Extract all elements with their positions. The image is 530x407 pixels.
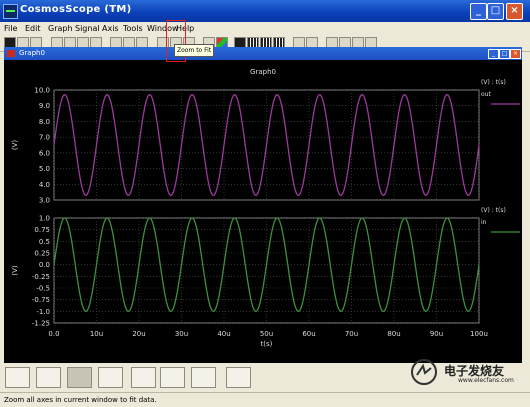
- bottom-legend-header: (V) : t(s): [481, 207, 506, 214]
- top-ytick-label: 8.0: [39, 118, 50, 126]
- schematic-icon[interactable]: [191, 367, 216, 388]
- xtick-label: 80u: [387, 330, 400, 338]
- bottom-ytick-label: -1.25: [32, 320, 50, 328]
- watermark-emblem-icon: [411, 359, 437, 385]
- top-legend-header: (V) : t(s): [481, 79, 506, 86]
- minimize-button[interactable]: _: [470, 3, 487, 20]
- keyboard-icon[interactable]: [5, 367, 30, 388]
- xtick-label: 20u: [132, 330, 145, 338]
- xtick-label: 100u: [470, 330, 488, 338]
- waveform-icon[interactable]: [67, 367, 92, 388]
- graph-window-icon: [7, 50, 15, 57]
- matlab-icon[interactable]: [226, 367, 251, 388]
- bottom-ytick-label: -0.75: [32, 296, 50, 304]
- bottom-ytick-label: 0.0: [39, 261, 50, 269]
- graph-title: Graph0: [250, 68, 276, 76]
- status-bar: Zoom all axes in current window to fit d…: [0, 392, 530, 407]
- doc-close-button[interactable]: ×: [510, 49, 521, 59]
- app-title-bar: CosmosScope (TM) _ □ ×: [0, 0, 530, 22]
- top-legend-name: out: [481, 91, 491, 98]
- bottom-ylabel: (V): [11, 265, 19, 276]
- doc-minimize-button[interactable]: _: [488, 49, 499, 59]
- xtick-label: 90u: [430, 330, 443, 338]
- bottom-ytick-label: -0.5: [36, 285, 50, 293]
- menu-bar: File Edit Graph Signal Axis Tools Window…: [0, 22, 530, 35]
- graph-window-titlebar: Graph0 _ □ ×: [4, 47, 522, 60]
- xtick-label: 0.0: [48, 330, 59, 338]
- calculator-icon[interactable]: [131, 367, 156, 388]
- bottom-ytick-label: 0.5: [39, 238, 50, 246]
- menu-graph[interactable]: Graph: [48, 24, 73, 33]
- graph-window-title: Graph0: [19, 49, 45, 57]
- maximize-button[interactable]: □: [487, 3, 504, 20]
- top-ytick-label: 5.0: [39, 165, 50, 173]
- doc-maximize-button[interactable]: □: [499, 49, 510, 59]
- status-text: Zoom all axes in current window to fit d…: [4, 396, 157, 404]
- zoom-to-fit-tooltip: Zoom to Fit: [174, 44, 215, 57]
- calculator-waveform-icon[interactable]: [98, 367, 123, 388]
- graph-panel[interactable]: Graph0 10.0 9.0 8.0 7.0 6.0 5.0 4.0 3.0 (V) (V) : …: [4, 60, 522, 363]
- menu-signal[interactable]: Signal: [75, 24, 100, 33]
- xtick-label: 70u: [345, 330, 358, 338]
- xtick-label: 50u: [260, 330, 273, 338]
- menu-tools[interactable]: Tools: [123, 24, 143, 33]
- bottom-trace-in[interactable]: [53, 217, 480, 313]
- top-ytick-label: 4.0: [39, 181, 50, 189]
- signal-manager-icon[interactable]: [160, 367, 185, 388]
- app-icon: [3, 4, 18, 19]
- pen-icon[interactable]: [36, 367, 61, 388]
- watermark-url: www.elecfans.com: [458, 377, 514, 384]
- bottom-legend-name: in: [481, 219, 487, 226]
- xtick-label: 60u: [302, 330, 315, 338]
- top-ytick-label: 3.0: [39, 197, 50, 205]
- xtick-label: 10u: [90, 330, 103, 338]
- top-ytick-label: 7.0: [39, 134, 50, 142]
- bottom-ytick-label: 0.25: [34, 250, 50, 258]
- close-button[interactable]: ×: [506, 3, 523, 20]
- menu-file[interactable]: File: [4, 24, 17, 33]
- top-ytick-label: 10.0: [34, 87, 50, 95]
- top-ytick-label: 6.0: [39, 149, 50, 157]
- menu-axis[interactable]: Axis: [102, 24, 119, 33]
- watermark-logo: 电子发烧友 www.elecfans.com: [408, 357, 516, 387]
- xtick-label: 30u: [175, 330, 188, 338]
- bottom-ytick-label: 0.75: [34, 226, 50, 234]
- waveform-plot[interactable]: Graph0 10.0 9.0 8.0 7.0 6.0 5.0 4.0 3.0 (V) (V) : …: [4, 60, 522, 363]
- bottom-ytick-label: 1.0: [39, 215, 50, 223]
- top-ylabel: (V): [11, 140, 19, 151]
- xtick-label: 40u: [217, 330, 230, 338]
- app-title: CosmosScope (TM): [20, 4, 132, 15]
- bottom-ytick-label: -1.0: [36, 308, 50, 316]
- bottom-ytick-label: -0.25: [32, 273, 50, 281]
- top-ytick-label: 9.0: [39, 102, 50, 110]
- xlabel: t(s): [261, 340, 273, 348]
- menu-edit[interactable]: Edit: [25, 24, 41, 33]
